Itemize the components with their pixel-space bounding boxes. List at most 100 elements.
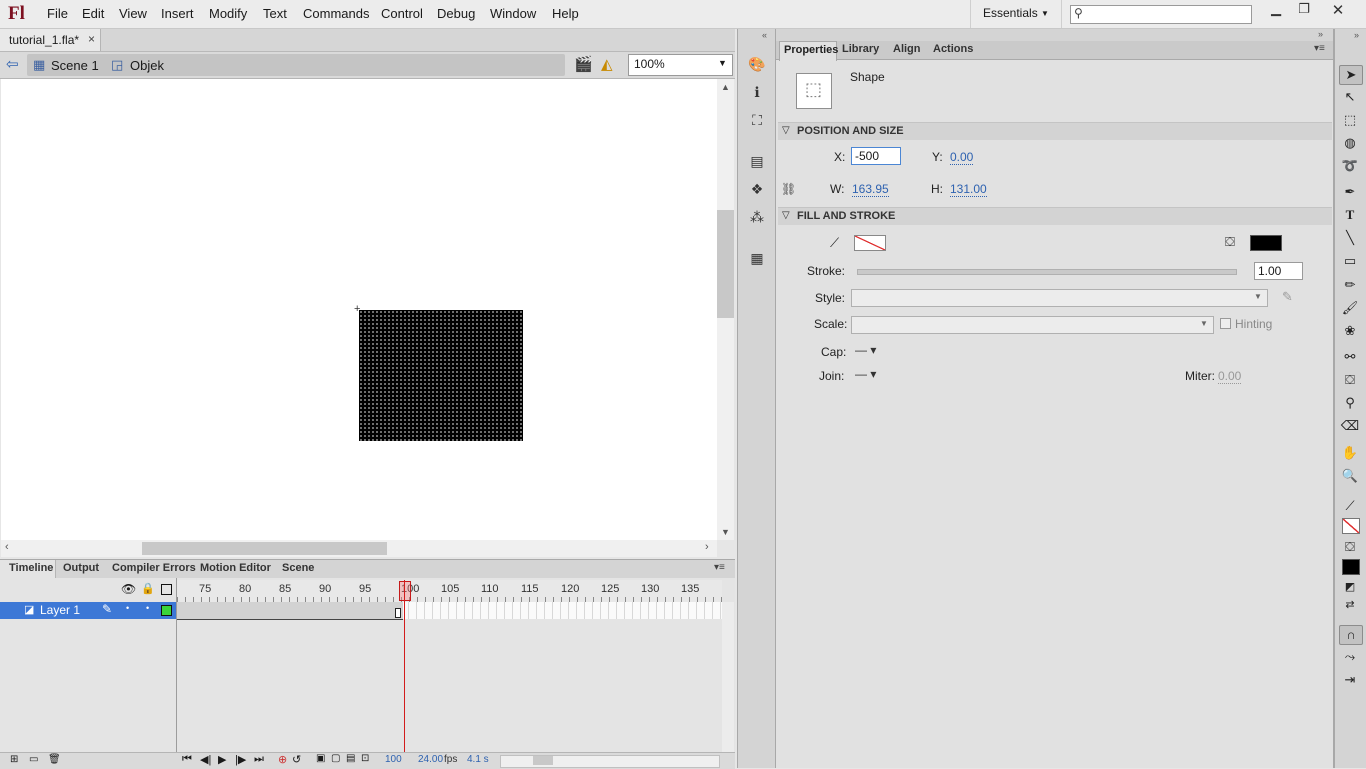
menu-view[interactable]: View — [119, 6, 147, 21]
tab-actions[interactable]: Actions — [933, 43, 973, 55]
step-forward-icon[interactable]: |▶ — [235, 753, 246, 766]
stage-horizontal-scroll-thumb[interactable] — [142, 542, 387, 555]
motion-presets-icon[interactable]: ⁂ — [745, 209, 769, 226]
link-icon[interactable]: ⛓ — [781, 182, 796, 196]
playhead-handle[interactable] — [399, 581, 411, 601]
menu-window[interactable]: Window — [490, 6, 536, 21]
stroke-slider[interactable] — [857, 269, 1237, 275]
menu-edit[interactable]: Edit — [82, 6, 104, 21]
straighten-icon[interactable]: ⇥ — [1339, 671, 1361, 689]
swap-colors-icon[interactable]: ⇄ — [1339, 596, 1361, 614]
lock-icon[interactable]: 🔒 — [141, 582, 155, 595]
close-window-button[interactable]: ✕ — [1324, 1, 1352, 23]
collapse-icon[interactable]: « — [762, 30, 767, 40]
bone-tool-icon[interactable]: ⚯ — [1339, 348, 1361, 366]
zoom-tool-icon[interactable]: 🔍 — [1339, 467, 1361, 485]
menu-insert[interactable]: Insert — [161, 6, 194, 21]
filled-frames[interactable] — [177, 602, 403, 620]
stroke-color-swatch[interactable] — [854, 235, 886, 251]
zoom-select[interactable]: 100% ▼ — [628, 54, 733, 76]
transform-icon[interactable]: ⛶ — [745, 112, 769, 129]
layer-color-swatch[interactable] — [161, 605, 172, 616]
tab-scene[interactable]: Scene — [282, 562, 314, 574]
layer-row[interactable]: ◪ Layer 1 ✎ • • — [0, 602, 176, 619]
onion-skin-icon[interactable]: ▣ — [316, 753, 325, 764]
fill-color-tool-swatch[interactable] — [1342, 559, 1360, 575]
menu-commands[interactable]: Commands — [303, 6, 369, 21]
scale-select[interactable]: ▼ — [851, 316, 1214, 334]
edit-symbols-icon[interactable]: ◭ — [601, 55, 613, 73]
workspace-switcher[interactable]: Essentials ▼ — [970, 0, 1062, 28]
selection-tool-icon[interactable]: ➤ — [1339, 65, 1363, 85]
fill-color-swatch[interactable] — [1250, 235, 1282, 251]
visibility-dot-icon[interactable]: • — [126, 603, 129, 613]
menu-help[interactable]: Help — [552, 6, 579, 21]
line-tool-icon[interactable]: ╲ — [1339, 229, 1361, 247]
scroll-left-icon[interactable]: ‹ — [5, 541, 9, 553]
back-arrow-icon[interactable]: ⇦ — [6, 55, 19, 73]
miter-field[interactable]: 0.00 — [1218, 369, 1242, 384]
edit-multiple-icon[interactable]: ▤ — [346, 753, 355, 764]
x-field[interactable]: -500 — [851, 147, 901, 165]
w-field[interactable]: 163.95 — [852, 182, 889, 197]
eraser-tool-icon[interactable]: ⌫ — [1339, 417, 1361, 435]
timeline-vertical-scrollbar[interactable] — [722, 602, 734, 752]
y-field[interactable]: 0.00 — [950, 150, 974, 165]
subselection-tool-icon[interactable]: ↖ — [1339, 88, 1361, 106]
panel-menu-icon[interactable]: ▾≡ — [1314, 43, 1325, 54]
tab-library[interactable]: Library — [842, 43, 879, 55]
panel-menu-icon[interactable]: ▾≡ — [714, 562, 725, 573]
tab-align[interactable]: Align — [893, 43, 921, 55]
last-frame-icon[interactable]: ⏭ — [254, 753, 264, 766]
snap-to-objects-icon[interactable]: ∩ — [1339, 625, 1363, 645]
search-input[interactable]: ⚲ — [1070, 5, 1252, 24]
loop-icon[interactable]: ↺ — [292, 753, 301, 766]
history-icon[interactable]: ▤ — [745, 153, 769, 170]
lock-dot-icon[interactable]: • — [146, 603, 149, 613]
tab-output[interactable]: Output — [63, 562, 99, 574]
timeline-ruler[interactable]: 75 80 85 90 95 100 105 110 115 120 125 1… — [177, 580, 722, 602]
edit-stroke-style-icon[interactable]: ✎ — [1282, 289, 1293, 305]
components-icon[interactable]: ❖ — [745, 181, 769, 198]
eyedropper-tool-icon[interactable]: ⚲ — [1339, 394, 1361, 412]
h-field[interactable]: 131.00 — [950, 182, 987, 197]
menu-text[interactable]: Text — [263, 6, 287, 21]
menu-control[interactable]: Control — [381, 6, 423, 21]
new-folder-icon[interactable]: ▭ — [29, 754, 38, 765]
minimize-button[interactable]: ▁ — [1262, 1, 1290, 23]
onion-outline-icon[interactable]: ▢ — [331, 753, 340, 764]
restore-button[interactable]: ❐ — [1290, 1, 1318, 23]
fill-stroke-section-header[interactable]: ▽ FILL AND STROKE — [778, 207, 1332, 225]
text-tool-icon[interactable]: T — [1339, 206, 1361, 224]
expand-icon[interactable]: » — [1354, 30, 1359, 40]
menu-modify[interactable]: Modify — [209, 6, 247, 21]
movie-explorer-icon[interactable]: ▦ — [745, 250, 769, 267]
stage-vertical-scroll-thumb[interactable] — [717, 210, 734, 318]
breadcrumb-object[interactable]: Objek — [130, 58, 164, 73]
info-icon[interactable]: ℹ — [745, 84, 769, 101]
eye-icon[interactable]: 👁 — [121, 582, 136, 596]
cap-select[interactable]: — ▾ — [855, 343, 876, 357]
delete-icon[interactable]: 🗑 — [48, 754, 61, 765]
tab-motion-editor[interactable]: Motion Editor — [200, 562, 271, 574]
hinting-checkbox[interactable] — [1220, 318, 1231, 329]
brush-tool-icon[interactable]: 🖌 — [1339, 299, 1361, 317]
close-icon[interactable]: × — [88, 32, 95, 46]
new-layer-icon[interactable]: ⊞ — [10, 754, 18, 765]
modify-markers-icon[interactable]: ⊡ — [361, 753, 369, 764]
step-back-icon[interactable]: ◀| — [200, 753, 211, 766]
pen-tool-icon[interactable]: ✒ — [1339, 183, 1361, 201]
smooth-icon[interactable]: ⤳ — [1339, 648, 1361, 666]
expand-icon[interactable]: » — [1318, 29, 1323, 39]
tab-timeline[interactable]: Timeline — [9, 562, 53, 574]
tab-compiler-errors[interactable]: Compiler Errors — [112, 562, 196, 574]
pencil-tool-icon[interactable]: ✏ — [1339, 276, 1361, 294]
first-frame-icon[interactable]: ⏮ — [182, 753, 192, 766]
onion-center-icon[interactable]: ⊕ — [278, 753, 287, 766]
style-select[interactable]: ▼ — [851, 289, 1268, 307]
free-transform-tool-icon[interactable]: ⬚ — [1339, 111, 1361, 129]
lasso-tool-icon[interactable]: ➰ — [1339, 157, 1361, 175]
breadcrumb-scene[interactable]: Scene 1 — [51, 58, 99, 73]
fill-color-icon[interactable]: ⛋ — [1339, 538, 1361, 556]
timeline-horizontal-scroll-thumb[interactable] — [533, 756, 553, 765]
